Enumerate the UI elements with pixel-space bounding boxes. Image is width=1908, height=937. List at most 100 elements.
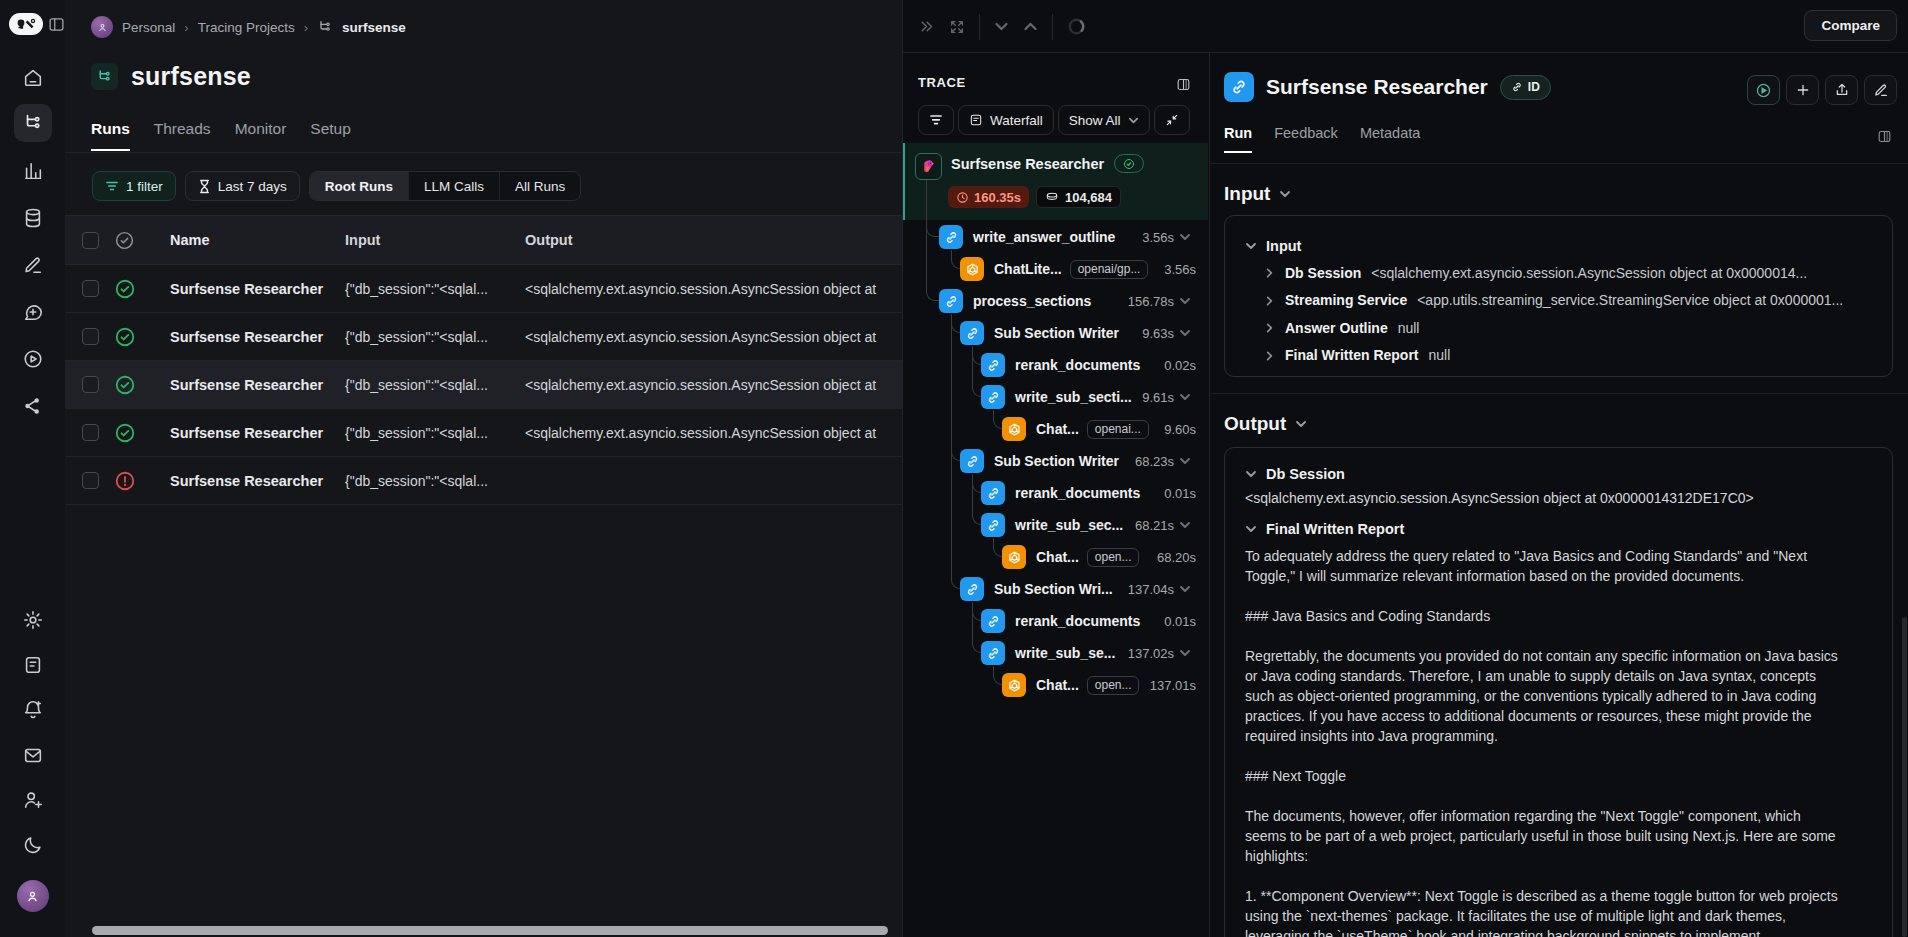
trace-row-SubSectionWriter[interactable]: Sub Section Writer 68.23s bbox=[903, 445, 1208, 477]
output-db-session-node[interactable]: Db Session bbox=[1245, 462, 1872, 486]
share-button[interactable] bbox=[1825, 75, 1858, 105]
trace-row-ChatLite[interactable]: ChatLite...openai/gp... 3.56s bbox=[903, 253, 1208, 285]
trace-row-SubSectionWriter[interactable]: Sub Section Writer 9.63s bbox=[903, 317, 1208, 349]
panel-split-icon[interactable] bbox=[1877, 129, 1892, 144]
panel-split-icon[interactable] bbox=[1176, 77, 1191, 92]
tab-threads[interactable]: Threads bbox=[154, 120, 211, 151]
row-checkbox[interactable] bbox=[82, 328, 99, 345]
tab-setup[interactable]: Setup bbox=[310, 120, 351, 151]
tab-monitor[interactable]: Monitor bbox=[235, 120, 287, 151]
column-input[interactable]: Input bbox=[345, 232, 380, 248]
input-field-row[interactable]: Streaming Service<app.utils.streaming_se… bbox=[1245, 287, 1872, 315]
show-all-dropdown[interactable]: Show All bbox=[1058, 105, 1150, 135]
date-range-chip[interactable]: Last 7 days bbox=[185, 171, 300, 201]
trace-row-rerank_documents[interactable]: rerank_documents 0.01s bbox=[903, 477, 1208, 509]
breadcrumb-personal[interactable]: Personal bbox=[122, 20, 175, 35]
trace-row-rerank_documents[interactable]: rerank_documents 0.01s bbox=[903, 605, 1208, 637]
run-tab-run[interactable]: Run bbox=[1224, 125, 1252, 153]
input-field-row[interactable]: Answer Outlinenull bbox=[1245, 314, 1872, 342]
input-section-label[interactable]: Input bbox=[1224, 183, 1291, 205]
workspace-avatar[interactable] bbox=[91, 16, 113, 38]
sidebar-item-play-circle[interactable] bbox=[0, 347, 65, 371]
trace-row-write_sub_se[interactable]: write_sub_se... 137.02s bbox=[903, 637, 1208, 669]
vertical-scrollbar[interactable] bbox=[1902, 617, 1907, 937]
collapse-all-button[interactable] bbox=[1154, 105, 1190, 135]
funnel-icon bbox=[105, 180, 119, 192]
trace-row-Chat[interactable]: Chat...open... 137.01s bbox=[903, 669, 1208, 701]
collapse-panel-icon[interactable] bbox=[918, 18, 935, 35]
segment-llm-calls[interactable]: LLM Calls bbox=[409, 172, 500, 200]
breadcrumb-tracing-projects[interactable]: Tracing Projects bbox=[198, 20, 295, 35]
sidebar-item-home[interactable] bbox=[0, 66, 65, 90]
run-tab-metadata[interactable]: Metadata bbox=[1360, 125, 1420, 153]
langsmith-logo[interactable] bbox=[9, 13, 43, 35]
expand-icon[interactable] bbox=[949, 19, 965, 35]
next-run-icon[interactable] bbox=[1023, 19, 1038, 34]
trace-row-process_sections[interactable]: process_sections 156.78s bbox=[903, 285, 1208, 317]
prev-run-icon[interactable] bbox=[994, 19, 1009, 34]
segment-all-runs[interactable]: All Runs bbox=[500, 172, 580, 200]
trace-row-Chat[interactable]: Chat...openai... 9.60s bbox=[903, 413, 1208, 445]
tracing-project-icon bbox=[91, 63, 118, 90]
sidebar-item-user-plus[interactable] bbox=[0, 788, 65, 812]
run-output-cell: <sqlalchemy.ext.asyncio.session.AsyncSes… bbox=[525, 425, 902, 441]
trace-row-write_sub_secti[interactable]: write_sub_secti... 9.61s bbox=[903, 381, 1208, 413]
sidebar-item-mail[interactable] bbox=[0, 743, 65, 767]
add-button[interactable] bbox=[1786, 75, 1819, 105]
sidebar-item-message-plus[interactable] bbox=[0, 300, 65, 324]
model-badge: open... bbox=[1087, 548, 1140, 567]
trace-filter-button[interactable] bbox=[918, 105, 954, 135]
sidebar-item-bell-plus[interactable] bbox=[0, 698, 65, 722]
column-name[interactable]: Name bbox=[170, 232, 210, 248]
left-rail bbox=[0, 0, 65, 937]
waterfall-button[interactable]: Waterfall bbox=[958, 105, 1054, 135]
input-field-row[interactable]: Db Session<sqlalchemy.ext.asyncio.sessio… bbox=[1245, 259, 1872, 287]
table-row[interactable]: Surfsense Researcher {"db_session":"<sql… bbox=[65, 361, 902, 409]
run-tab-feedback[interactable]: Feedback bbox=[1274, 125, 1338, 153]
success-icon bbox=[114, 374, 136, 396]
output-report-node[interactable]: Final Written Report bbox=[1245, 517, 1872, 541]
trace-row-write_answer_outline[interactable]: write_answer_outline 3.56s bbox=[903, 221, 1208, 253]
annotate-button[interactable] bbox=[1864, 75, 1897, 105]
table-row[interactable]: Surfsense Researcher {"db_session":"<sql… bbox=[65, 265, 902, 313]
table-row[interactable]: Surfsense Researcher {"db_session":"<sql… bbox=[65, 313, 902, 361]
trace-row-Chat[interactable]: Chat...open... 68.20s bbox=[903, 541, 1208, 573]
trace-row-write_sub_sec[interactable]: write_sub_sec... 68.21s bbox=[903, 509, 1208, 541]
row-checkbox[interactable] bbox=[82, 280, 99, 297]
trace-root-row[interactable]: Surfsense Researcher 160.35s104,684 bbox=[903, 143, 1208, 220]
input-field-row[interactable]: Final Written Reportnull bbox=[1245, 342, 1872, 370]
sidebar-item-tracing[interactable] bbox=[0, 104, 65, 142]
user-avatar[interactable] bbox=[0, 880, 65, 912]
link-icon bbox=[1511, 81, 1523, 93]
column-output[interactable]: Output bbox=[525, 232, 902, 248]
status-column-icon[interactable] bbox=[114, 230, 135, 251]
input-card: Input Db Session<sqlalchemy.ext.asyncio.… bbox=[1224, 215, 1893, 377]
table-row[interactable]: Surfsense Researcher {"db_session":"<sql… bbox=[65, 409, 902, 457]
sidebar-item-gear[interactable] bbox=[0, 608, 65, 632]
sidebar-item-share-nodes[interactable] bbox=[0, 394, 65, 418]
select-all-checkbox[interactable] bbox=[82, 232, 99, 249]
sidebar-item-doc[interactable] bbox=[0, 653, 65, 677]
filter-chip[interactable]: 1 filter bbox=[92, 171, 176, 201]
sidebar-item-pencil[interactable] bbox=[0, 253, 65, 277]
row-checkbox[interactable] bbox=[82, 376, 99, 393]
success-badge bbox=[1114, 154, 1144, 173]
horizontal-scrollbar[interactable] bbox=[92, 926, 888, 935]
output-section-label[interactable]: Output bbox=[1224, 413, 1307, 435]
trace-row-SubSectionWri[interactable]: Sub Section Wri... 137.04s bbox=[903, 573, 1208, 605]
sidebar-item-database[interactable] bbox=[0, 206, 65, 230]
sidebar-collapse-icon[interactable] bbox=[48, 16, 65, 33]
segment-root-runs[interactable]: Root Runs bbox=[310, 172, 409, 200]
trace-row-rerank_documents[interactable]: rerank_documents 0.02s bbox=[903, 349, 1208, 381]
row-checkbox[interactable] bbox=[82, 472, 99, 489]
input-root-node[interactable]: Input bbox=[1245, 232, 1872, 259]
sidebar-item-bar-chart[interactable] bbox=[0, 159, 65, 183]
run-id-pill[interactable]: ID bbox=[1500, 75, 1551, 100]
playground-button[interactable] bbox=[1747, 75, 1780, 105]
table-row[interactable]: Surfsense Researcher {"db_session":"<sql… bbox=[65, 457, 902, 505]
compare-button[interactable]: Compare bbox=[1804, 10, 1897, 41]
row-checkbox[interactable] bbox=[82, 424, 99, 441]
tab-runs[interactable]: Runs bbox=[91, 120, 130, 151]
sidebar-item-moon[interactable] bbox=[0, 833, 65, 857]
breadcrumb-project[interactable]: surfsense bbox=[342, 20, 406, 35]
